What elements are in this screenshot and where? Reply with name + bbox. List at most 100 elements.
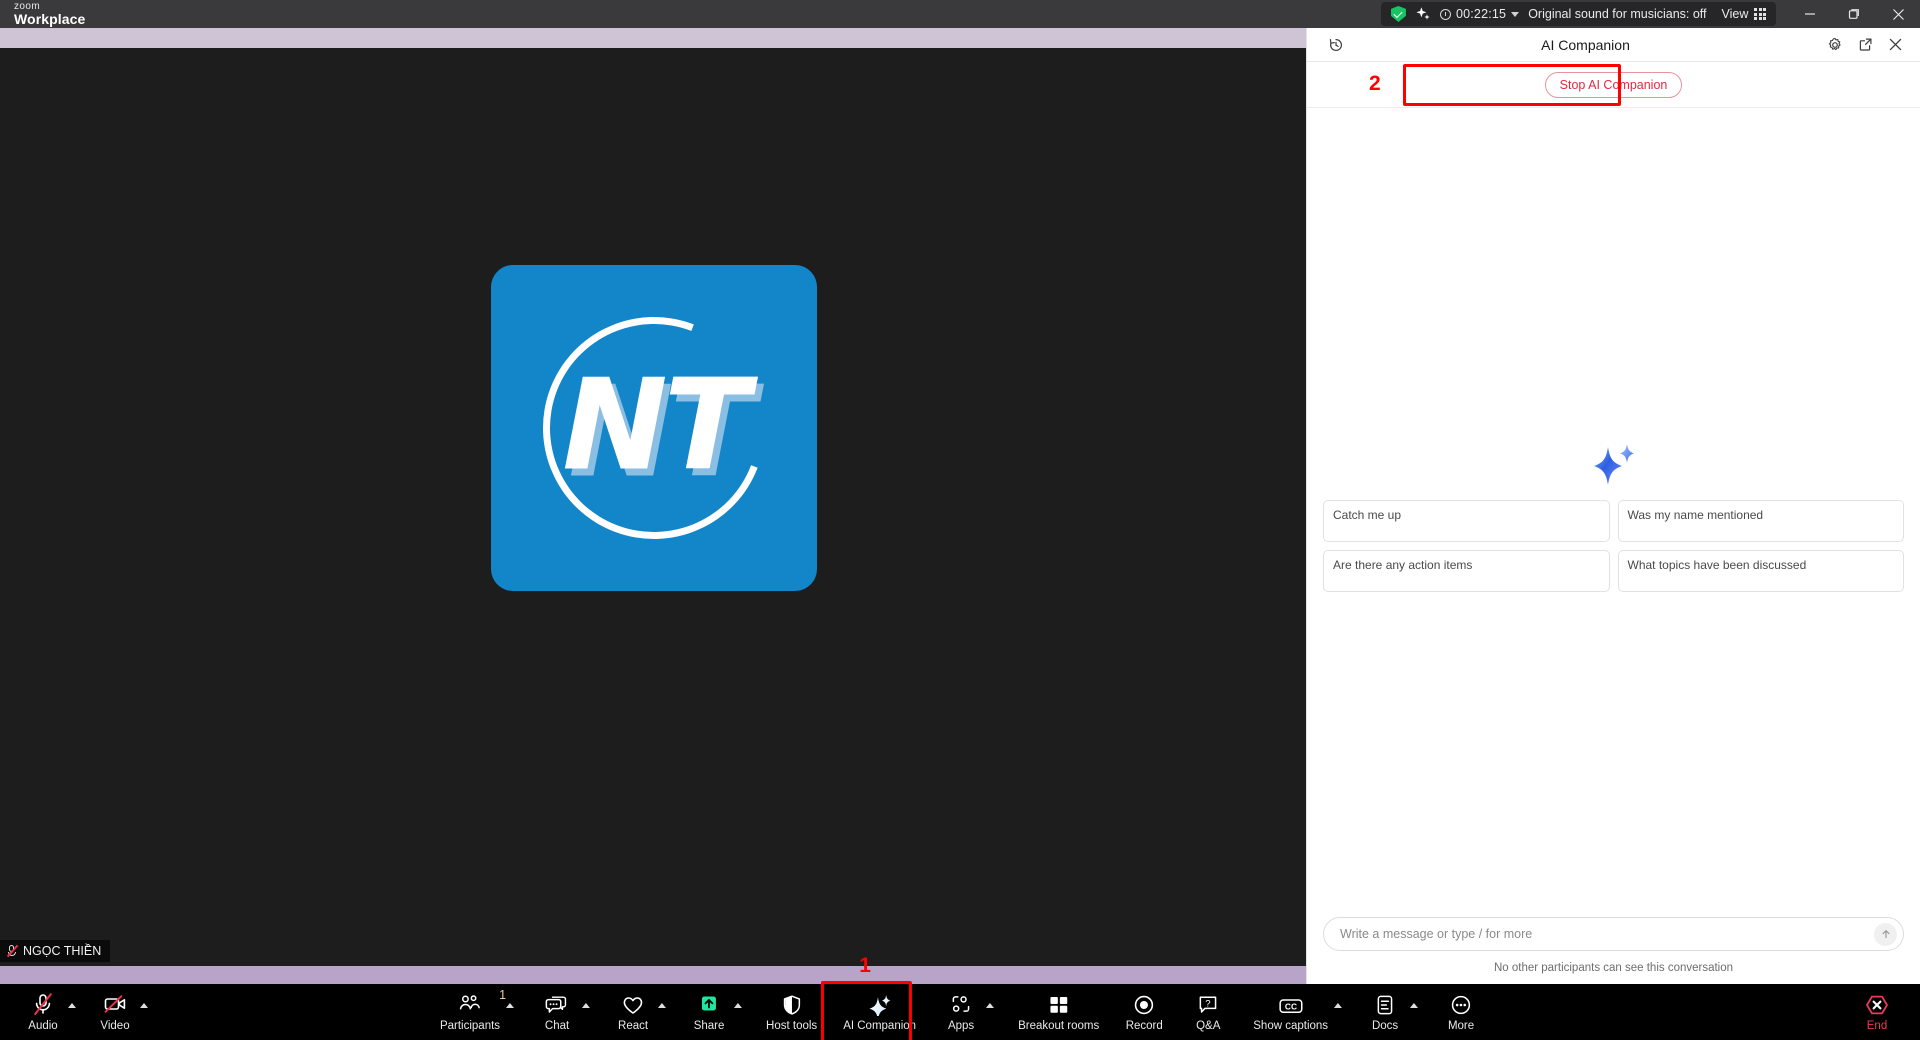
docs-control-group: Docs xyxy=(1362,986,1420,1038)
chat-control-group: Chat xyxy=(534,986,592,1038)
chat-label: Chat xyxy=(545,1020,569,1032)
audio-label: Audio xyxy=(28,1020,57,1032)
restore-icon[interactable] xyxy=(1832,0,1876,28)
host-tools-button[interactable]: Host tools xyxy=(762,986,821,1038)
close-icon[interactable] xyxy=(1876,0,1920,28)
more-icon xyxy=(1450,992,1472,1016)
docs-options-chevron-icon[interactable] xyxy=(1410,1003,1418,1008)
closed-captions-icon: CC xyxy=(1278,992,1304,1016)
stage-band-top xyxy=(0,28,1306,48)
heart-icon xyxy=(621,992,645,1016)
react-label: React xyxy=(618,1020,648,1032)
react-button[interactable]: React xyxy=(610,986,656,1038)
breakout-rooms-button[interactable]: Breakout rooms xyxy=(1014,986,1103,1038)
clock-icon xyxy=(1440,9,1451,20)
share-screen-icon xyxy=(697,992,721,1016)
brand-workplace: Workplace xyxy=(14,12,85,27)
video-options-chevron-icon[interactable] xyxy=(140,1003,148,1008)
ai-message-input[interactable] xyxy=(1340,927,1874,941)
participants-label: Participants xyxy=(440,1020,500,1032)
more-label: More xyxy=(1448,1020,1474,1032)
host-tools-label: Host tools xyxy=(766,1020,817,1032)
audio-control-group: Audio xyxy=(20,986,78,1038)
question-icon: ? xyxy=(1197,992,1219,1016)
participant-avatar[interactable]: NT xyxy=(491,265,817,591)
apps-options-chevron-icon[interactable] xyxy=(986,1003,994,1008)
close-icon[interactable] xyxy=(1882,32,1908,58)
minimize-icon[interactable] xyxy=(1788,0,1832,28)
ai-panel-footer: No other participants can see this conve… xyxy=(1307,917,1920,984)
video-stage: NT NGỌC THIỀN xyxy=(0,28,1306,984)
share-label: Share xyxy=(694,1020,725,1032)
mic-muted-icon xyxy=(6,944,17,958)
react-options-chevron-icon[interactable] xyxy=(658,1003,666,1008)
chat-button[interactable]: Chat xyxy=(534,986,580,1038)
apps-button[interactable]: Apps xyxy=(938,986,984,1038)
ai-composer[interactable] xyxy=(1323,917,1904,951)
suggestion-chip[interactable]: Are there any action items xyxy=(1323,550,1610,592)
toolbar-left-group: Audio Video xyxy=(0,986,150,1038)
ai-panel-body: Catch me up Was my name mentioned Are th… xyxy=(1307,108,1920,917)
breakout-rooms-label: Breakout rooms xyxy=(1018,1020,1099,1032)
ai-panel-title: AI Companion xyxy=(1349,37,1822,53)
camera-off-icon xyxy=(103,992,127,1016)
gear-icon[interactable] xyxy=(1822,32,1848,58)
shield-check-icon[interactable] xyxy=(1391,6,1406,22)
participants-button[interactable]: Participants 1 xyxy=(436,986,504,1038)
share-control-group: Share xyxy=(686,986,744,1038)
qa-label: Q&A xyxy=(1196,1020,1220,1032)
docs-label: Docs xyxy=(1372,1020,1398,1032)
timer-value: 00:22:15 xyxy=(1456,7,1506,21)
more-button[interactable]: More xyxy=(1438,986,1484,1038)
share-button[interactable]: Share xyxy=(686,986,732,1038)
suggestion-chip[interactable]: Catch me up xyxy=(1323,500,1610,542)
suggestion-chip[interactable]: Was my name mentioned xyxy=(1618,500,1905,542)
history-icon[interactable] xyxy=(1323,32,1349,58)
qa-button[interactable]: ? Q&A xyxy=(1185,986,1231,1038)
video-control-group: Video xyxy=(92,986,150,1038)
video-label: Video xyxy=(100,1020,129,1032)
avatar-initials: NT xyxy=(562,362,745,488)
captions-options-chevron-icon[interactable] xyxy=(1334,1003,1342,1008)
video-button[interactable]: Video xyxy=(92,986,138,1038)
record-button[interactable]: Record xyxy=(1121,986,1167,1038)
ai-companion-button[interactable]: 1 AI Companion xyxy=(839,986,920,1038)
chat-options-chevron-icon[interactable] xyxy=(582,1003,590,1008)
svg-text:CC: CC xyxy=(1285,1002,1297,1012)
view-control[interactable]: View xyxy=(1722,7,1766,21)
participants-options-chevron-icon[interactable] xyxy=(506,1003,514,1008)
original-sound-status[interactable]: Original sound for musicians: off xyxy=(1528,7,1706,21)
suggestion-chip[interactable]: What topics have been discussed xyxy=(1618,550,1905,592)
sparkle-icon xyxy=(868,992,892,1016)
arrow-up-icon[interactable] xyxy=(1874,923,1897,946)
annotation-marker-1: 1 xyxy=(859,954,871,978)
stop-ai-companion-button[interactable]: Stop AI Companion xyxy=(1545,72,1683,98)
sparkle-icon[interactable] xyxy=(1415,6,1431,22)
end-call-icon xyxy=(1865,992,1889,1016)
view-label: View xyxy=(1722,7,1749,21)
title-bar: zoom Workplace 00:22:15 Original sound f xyxy=(0,0,1920,28)
chevron-down-icon[interactable] xyxy=(1511,12,1519,17)
captions-control-group: CC Show captions xyxy=(1249,986,1344,1038)
grid-icon xyxy=(1754,8,1766,20)
show-captions-label: Show captions xyxy=(1253,1020,1328,1032)
participants-count: 1 xyxy=(499,988,506,1002)
meeting-timer[interactable]: 00:22:15 xyxy=(1440,7,1519,21)
external-link-icon[interactable] xyxy=(1852,32,1878,58)
show-captions-button[interactable]: CC Show captions xyxy=(1249,986,1332,1038)
audio-button[interactable]: Audio xyxy=(20,986,66,1038)
end-label: End xyxy=(1867,1020,1887,1032)
react-control-group: React xyxy=(610,986,668,1038)
participants-control-group: Participants 1 xyxy=(436,986,516,1038)
audio-options-chevron-icon[interactable] xyxy=(68,1003,76,1008)
docs-button[interactable]: Docs xyxy=(1362,986,1408,1038)
toolbar-center-group: Participants 1 Chat xyxy=(436,986,1484,1038)
end-meeting-button[interactable]: End xyxy=(1854,986,1900,1038)
apps-icon xyxy=(949,992,973,1016)
sparkle-icon xyxy=(1588,438,1640,490)
share-options-chevron-icon[interactable] xyxy=(734,1003,742,1008)
ai-panel-header: AI Companion xyxy=(1307,28,1920,62)
record-label: Record xyxy=(1126,1020,1163,1032)
app-brand: zoom Workplace xyxy=(14,2,85,26)
apps-label: Apps xyxy=(948,1020,974,1032)
